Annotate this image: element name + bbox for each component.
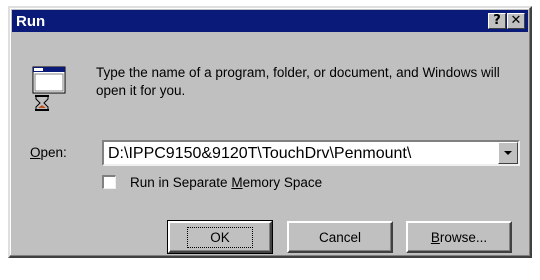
instructions-text: Type the name of a program, folder, or d… — [96, 65, 500, 98]
browse-button[interactable]: Browse... — [406, 221, 512, 253]
close-icon[interactable]: ✕ — [507, 13, 525, 29]
browse-button-rest: rowse... — [439, 229, 488, 245]
chevron-down-icon[interactable] — [498, 142, 518, 164]
separate-memory-label-after: emory Space — [242, 175, 323, 190]
open-label-rest: pen: — [40, 145, 67, 160]
separate-memory-label-before: Run in Separate — [130, 175, 232, 190]
cancel-button-label: Cancel — [318, 229, 362, 245]
ok-button[interactable]: OK — [167, 220, 273, 254]
cancel-button[interactable]: Cancel — [287, 221, 393, 253]
separate-memory-label-accel: M — [231, 175, 243, 190]
title-bar[interactable]: Run ? ✕ — [12, 10, 528, 32]
window-title: Run — [16, 12, 46, 30]
open-label-accel: O — [30, 145, 41, 160]
open-input[interactable]: D:\IPPC9150&9120T\TouchDrv\Penmount\ — [108, 144, 494, 164]
browse-button-accel: B — [430, 229, 440, 245]
run-dialog: Run ? ✕ Type the name of a program, fold… — [8, 6, 532, 258]
open-combobox[interactable]: D:\IPPC9150&9120T\TouchDrv\Penmount\ — [102, 140, 520, 166]
separate-memory-label[interactable]: Run in Separate Memory Space — [130, 175, 322, 190]
separate-memory-checkbox[interactable] — [102, 175, 116, 189]
help-icon[interactable]: ? — [488, 13, 506, 29]
run-program-icon — [32, 66, 66, 111]
open-label: Open: — [30, 145, 67, 160]
ok-button-label: OK — [187, 226, 253, 248]
